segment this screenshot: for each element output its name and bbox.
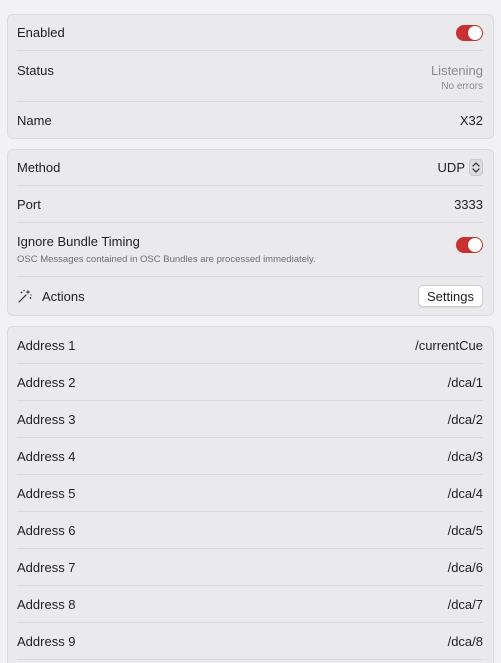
general-group: Enabled Status Listening No errors Name … [7,14,494,139]
name-row: Name X32 [17,102,483,138]
name-value[interactable]: X32 [460,113,483,128]
address-value[interactable]: /dca/2 [448,412,483,427]
address-label: Address 6 [17,522,76,538]
address-value[interactable]: /dca/4 [448,486,483,501]
chevron-up-down-icon [469,159,483,176]
address-value[interactable]: /dca/8 [448,634,483,649]
status-detail: No errors [441,81,483,92]
actions-label: Actions [42,288,85,304]
address-row[interactable]: Address 8/dca/7 [17,586,483,623]
settings-button[interactable]: Settings [418,285,483,307]
address-row[interactable]: Address 1/currentCue [17,327,483,364]
address-value[interactable]: /dca/7 [448,597,483,612]
address-row[interactable]: Address 9/dca/8 [17,623,483,660]
address-row[interactable]: Address 5/dca/4 [17,475,483,512]
address-label: Address 7 [17,559,76,575]
status-label: Status [17,63,54,78]
ignore-timing-text: Ignore Bundle Timing OSC Messages contai… [17,234,316,265]
address-value[interactable]: /dca/5 [448,523,483,538]
status-value-stack: Listening No errors [431,63,483,92]
address-label: Address 3 [17,411,76,427]
address-value[interactable]: /dca/6 [448,560,483,575]
enabled-label: Enabled [17,25,65,40]
port-label: Port [17,196,41,212]
ignore-timing-row: Ignore Bundle Timing OSC Messages contai… [17,223,483,277]
method-label: Method [17,160,61,175]
method-row: Method UDP [17,150,483,186]
address-list: Address 1/currentCue Address 2/dca/1 Addre… [8,327,493,660]
name-label: Name [17,112,52,128]
address-row[interactable]: Address 3/dca/2 [17,401,483,438]
actions-left: Actions [17,288,85,304]
port-value[interactable]: 3333 [454,197,483,212]
ignore-timing-toggle[interactable] [456,236,483,253]
sparkles-icon [17,288,33,304]
address-row[interactable]: Address 7/dca/6 [17,549,483,586]
address-value[interactable]: /currentCue [415,338,483,353]
address-label: Address 9 [17,633,76,649]
status-row: Status Listening No errors [17,51,483,102]
address-row[interactable]: Address 2/dca/1 [17,364,483,401]
address-value[interactable]: /dca/1 [448,375,483,390]
address-label: Address 2 [17,374,76,390]
method-select[interactable]: UDP [438,159,483,176]
ignore-timing-label: Ignore Bundle Timing [17,234,140,249]
address-row[interactable]: Address 6/dca/5 [17,512,483,549]
ignore-timing-description: OSC Messages contained in OSC Bundles ar… [17,254,316,265]
enabled-toggle[interactable] [456,24,483,41]
actions-row: Actions Settings [17,277,483,315]
method-value: UDP [437,160,465,175]
toggle-knob [468,237,482,252]
enabled-row: Enabled [17,15,483,51]
addresses-group: Address 1/currentCue Address 2/dca/1 Addre… [7,326,494,663]
osc-settings-page: Enabled Status Listening No errors Name … [0,0,501,663]
address-label: Address 1 [17,337,76,353]
port-row: Port 3333 [17,186,483,223]
status-value: Listening [430,63,483,78]
address-label: Address 4 [17,448,76,464]
connection-group: Method UDP Port 3333 Ignore Bundle Timin… [7,149,494,316]
address-value[interactable]: /dca/3 [448,449,483,464]
address-label: Address 5 [17,485,76,501]
toggle-knob [468,25,482,40]
address-row[interactable]: Address 4/dca/3 [17,438,483,475]
address-label: Address 8 [17,596,76,612]
